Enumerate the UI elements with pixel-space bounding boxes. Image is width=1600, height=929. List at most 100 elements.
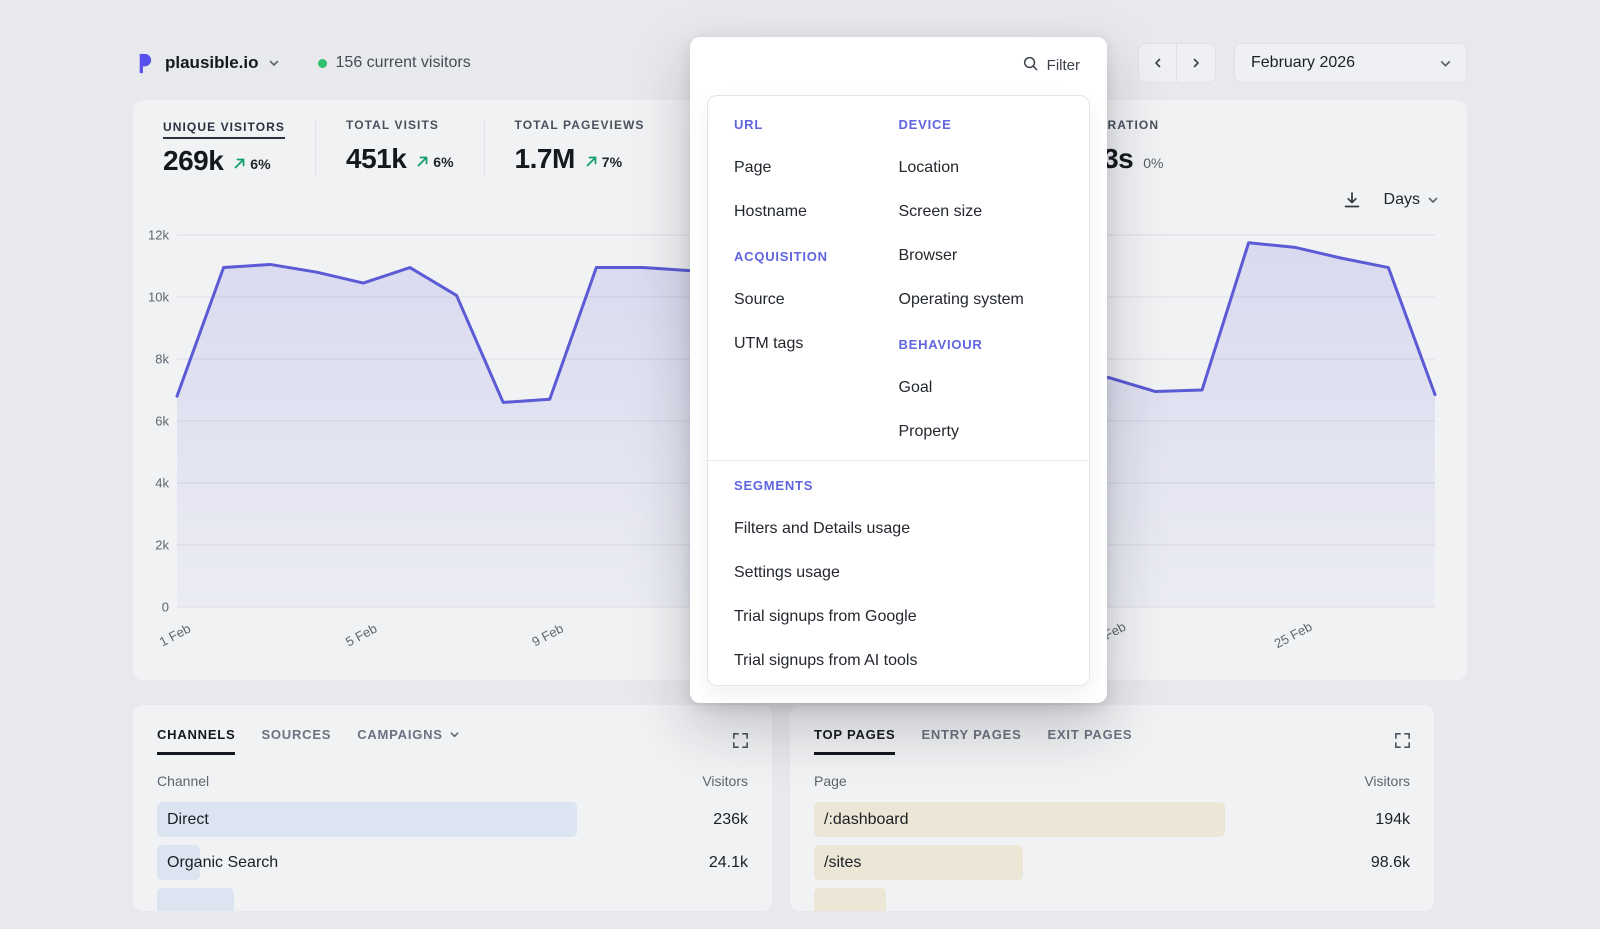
filter-group-url: URLPageHostname: [734, 102, 899, 234]
row-bar: [157, 888, 234, 911]
svg-text:12k: 12k: [148, 228, 169, 243]
chevron-down-icon: [1439, 57, 1452, 70]
interval-select[interactable]: Days: [1384, 191, 1439, 209]
tab-sources[interactable]: SOURCES: [261, 727, 331, 755]
filter-option-page[interactable]: Page: [734, 146, 899, 190]
row-visitors: 98.6k: [1371, 841, 1410, 884]
metric-label: UNIQUE VISITORS: [163, 120, 285, 139]
filter-option-operating-system[interactable]: Operating system: [899, 278, 1064, 322]
row-name: Organic Search: [157, 841, 278, 884]
segment-option-settings-usage[interactable]: Settings usage: [734, 551, 1063, 595]
filter-option-location[interactable]: Location: [899, 146, 1064, 190]
metric-label: TOTAL PAGEVIEWS: [515, 118, 645, 132]
filter-option-goal[interactable]: Goal: [899, 366, 1064, 410]
column-header: Visitors: [1364, 773, 1410, 789]
date-range-select[interactable]: February 2026: [1234, 43, 1467, 83]
site-name: plausible.io: [165, 53, 259, 73]
next-period-button[interactable]: [1177, 43, 1216, 83]
tab-entry-pages[interactable]: ENTRY PAGES: [921, 727, 1021, 755]
site-switcher[interactable]: plausible.io: [133, 52, 280, 75]
table-row[interactable]: [157, 884, 748, 911]
metric-total-visits[interactable]: TOTAL VISITS451k6%: [315, 118, 484, 175]
metric-total-pageviews[interactable]: TOTAL PAGEVIEWS 1.7M 7%: [484, 118, 675, 175]
table-row[interactable]: Direct236k: [157, 798, 748, 841]
svg-text:4k: 4k: [155, 476, 169, 491]
filter-popover: Filter URLPageHostnameACQUISITIONSourceU…: [690, 37, 1107, 703]
segments-header: SEGMENTS: [734, 463, 1063, 507]
filter-groups: URLPageHostnameACQUISITIONSourceUTM tags…: [708, 102, 1089, 454]
filter-search-placeholder: Filter: [1047, 57, 1080, 74]
tab-label: ENTRY PAGES: [921, 727, 1021, 742]
trend-up-icon: [585, 155, 598, 168]
table-row[interactable]: [814, 884, 1410, 911]
tab-campaigns[interactable]: CAMPAIGNS: [357, 727, 460, 755]
prev-period-button[interactable]: [1138, 43, 1177, 83]
filter-search-input[interactable]: Filter: [1022, 55, 1080, 76]
chart-toolbar: Days: [1342, 190, 1439, 210]
segments-list: Filters and Details usageSettings usageT…: [734, 507, 1063, 683]
period-nav: [1138, 43, 1216, 83]
segment-option-trial-signups-from-ai-tools[interactable]: Trial signups from AI tools: [734, 639, 1063, 683]
filter-column-2: DEVICELocationScreen sizeBrowserOperatin…: [899, 102, 1064, 454]
expand-icon[interactable]: [731, 731, 750, 755]
metric-change: 6%: [416, 154, 453, 170]
chevron-down-icon: [449, 729, 460, 740]
channels-table-header: Channel Visitors: [157, 773, 748, 789]
table-row[interactable]: /:dashboard194k: [814, 798, 1410, 841]
svg-text:5 Feb: 5 Feb: [343, 621, 379, 650]
svg-text:8k: 8k: [155, 352, 169, 367]
filter-option-property[interactable]: Property: [899, 410, 1064, 454]
filter-option-hostname[interactable]: Hostname: [734, 190, 899, 234]
pages-panel: TOP PAGES ENTRY PAGES EXIT PAGES Page Visi…: [790, 705, 1434, 911]
table-row[interactable]: Organic Search 24.1k: [157, 841, 748, 884]
segments-section: SEGMENTS Filters and Details usageSettin…: [708, 461, 1089, 683]
trend-up-icon: [416, 155, 429, 168]
svg-text:1 Feb: 1 Feb: [157, 621, 193, 650]
tab-top-pages[interactable]: TOP PAGES: [814, 727, 895, 755]
tab-exit-pages[interactable]: EXIT PAGES: [1048, 727, 1133, 755]
svg-text:0: 0: [162, 600, 169, 615]
row-bar: [157, 802, 577, 837]
pages-table-body: /:dashboard194k/sites98.6k: [814, 798, 1410, 911]
pages-table-header: Page Visitors: [814, 773, 1410, 789]
download-icon[interactable]: [1342, 190, 1362, 210]
current-visitors-label: 156 current visitors: [336, 54, 471, 72]
table-row[interactable]: /sites98.6k: [814, 841, 1410, 884]
live-dot-icon: [318, 59, 327, 68]
svg-text:10k: 10k: [148, 290, 169, 305]
metric-value: 1.7M: [515, 143, 575, 175]
filter-option-screen-size[interactable]: Screen size: [899, 190, 1064, 234]
metric-unique-visitors[interactable]: UNIQUE VISITORS 269k 6%: [163, 118, 315, 177]
trend-up-icon: [233, 157, 246, 170]
column-header: Visitors: [702, 773, 748, 789]
metric-change: 0%: [1143, 155, 1163, 171]
filter-option-source[interactable]: Source: [734, 278, 899, 322]
date-range-label: February 2026: [1251, 54, 1355, 72]
metric-value: 269k: [163, 145, 223, 177]
svg-text:2k: 2k: [155, 538, 169, 553]
metric-change: 6%: [233, 156, 270, 172]
svg-text:25 Feb: 25 Feb: [1272, 619, 1315, 651]
segment-option-trial-signups-from-google[interactable]: Trial signups from Google: [734, 595, 1063, 639]
chevron-down-icon: [268, 57, 280, 69]
filter-menu: URLPageHostnameACQUISITIONSourceUTM tags…: [707, 95, 1090, 686]
row-visitors: 24.1k: [709, 841, 748, 884]
metric-change: 7%: [585, 154, 622, 170]
pages-tabs: TOP PAGES ENTRY PAGES EXIT PAGES: [814, 727, 1410, 755]
row-bar: [814, 888, 886, 911]
filter-group-device: DEVICELocationScreen sizeBrowserOperatin…: [899, 102, 1064, 322]
current-visitors[interactable]: 156 current visitors: [318, 54, 471, 72]
filter-group-acquisition: ACQUISITIONSourceUTM tags: [734, 234, 899, 366]
segment-option-filters-and-details-usage[interactable]: Filters and Details usage: [734, 507, 1063, 551]
filter-option-utm-tags[interactable]: UTM tags: [734, 322, 899, 366]
tab-channels[interactable]: CHANNELS: [157, 727, 235, 755]
filter-group-header: URL: [734, 102, 899, 146]
expand-icon[interactable]: [1393, 731, 1412, 755]
tab-label: CAMPAIGNS: [357, 727, 443, 742]
row-name: /:dashboard: [814, 798, 909, 841]
filter-column-1: URLPageHostnameACQUISITIONSourceUTM tags: [734, 102, 899, 454]
filter-option-browser[interactable]: Browser: [899, 234, 1064, 278]
tab-label: SOURCES: [261, 727, 331, 742]
filter-group-header: ACQUISITION: [734, 234, 899, 278]
channels-panel: CHANNELS SOURCES CAMPAIGNS Channel Visitor…: [133, 705, 772, 911]
